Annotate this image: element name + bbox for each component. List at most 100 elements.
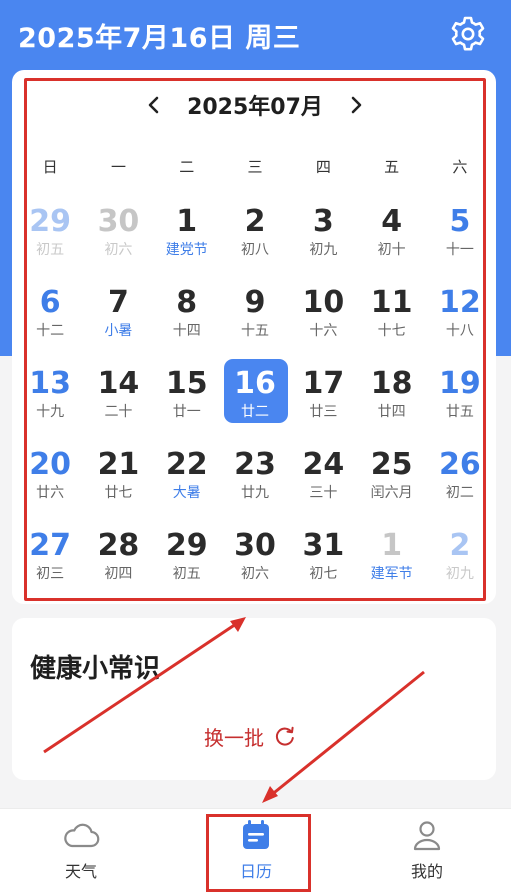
festival-label: 大暑 — [172, 485, 201, 501]
calendar-day[interactable]: 26 初二 — [426, 443, 494, 524]
festival-label: 建党节 — [165, 242, 208, 258]
calendar-day[interactable]: 7 小暑 — [84, 281, 152, 362]
calendar-day[interactable]: 31 初七 — [289, 524, 357, 605]
month-navigator: 2025年07月 — [24, 88, 486, 122]
tab-calendar[interactable]: 日历 — [196, 818, 316, 888]
calendar-icon — [243, 820, 269, 849]
calendar-day-selected[interactable]: 16 廿二 — [221, 359, 289, 443]
calendar-day[interactable]: 4 初十 — [357, 200, 425, 281]
festival-label: 建军节 — [370, 566, 413, 582]
calendar-day[interactable]: 27 初三 — [16, 524, 84, 605]
tab-label: 天气 — [64, 862, 97, 881]
festival-label: 小暑 — [104, 323, 133, 339]
lunar-date: 初六 — [241, 566, 270, 582]
annotation-arrowhead — [262, 786, 278, 803]
health-card — [12, 618, 496, 780]
calendar-day[interactable]: 8 十四 — [153, 281, 221, 362]
day-number: 11 — [370, 285, 413, 320]
calendar-day[interactable]: 2 初九 — [426, 524, 494, 605]
lunar-date: 初二 — [445, 485, 474, 501]
calendar-day[interactable]: 28 初四 — [84, 524, 152, 605]
chevron-left-icon[interactable] — [139, 90, 169, 120]
calendar-day[interactable]: 18 廿四 — [357, 362, 425, 443]
day-number: 8 — [176, 285, 198, 320]
lunar-date: 廿六 — [36, 485, 65, 501]
lunar-date: 廿四 — [377, 404, 406, 420]
tab-label: 我的 — [410, 862, 443, 881]
day-number: 26 — [439, 447, 481, 482]
calendar-day[interactable]: 5 十一 — [426, 200, 494, 281]
calendar-day[interactable]: 22 大暑 — [153, 443, 221, 524]
month-label: 2025年07月 — [187, 95, 323, 120]
day-number: 29 — [29, 204, 72, 239]
day-number: 21 — [97, 447, 140, 482]
calendar-day[interactable]: 23 廿九 — [221, 443, 289, 524]
lunar-date: 初九 — [309, 242, 338, 258]
calendar-day[interactable]: 14 二十 — [84, 362, 152, 443]
calendar-day[interactable]: 6 十二 — [16, 281, 84, 362]
calendar-day[interactable]: 1 建军节 — [357, 524, 425, 605]
lunar-date: 十一 — [445, 242, 474, 258]
user-icon — [413, 821, 441, 851]
lunar-date: 十六 — [309, 323, 338, 339]
lunar-date: 初三 — [36, 566, 65, 582]
day-number: 18 — [370, 366, 413, 401]
day-number: 22 — [165, 447, 208, 482]
tab-profile[interactable]: 我的 — [367, 818, 487, 888]
weekday-header: 日 一 二 三 四 五 六 — [16, 156, 494, 180]
lunar-date: 十八 — [445, 323, 474, 339]
gear-icon[interactable] — [448, 14, 488, 54]
calendar-day[interactable]: 30 初六 — [84, 200, 152, 281]
day-number: 6 — [39, 285, 61, 320]
refresh-button[interactable]: 换一批 — [204, 721, 296, 751]
lunar-date: 初四 — [104, 566, 133, 582]
lunar-date: 廿五 — [445, 404, 474, 420]
day-number: 12 — [439, 285, 481, 320]
calendar-day[interactable]: 12 十八 — [426, 281, 494, 362]
lunar-date: 十七 — [377, 323, 406, 339]
lunar-date: 初九 — [445, 566, 474, 582]
calendar-day[interactable]: 25 闰六月 — [357, 443, 425, 524]
calendar-day[interactable]: 3 初九 — [289, 200, 357, 281]
calendar-day[interactable]: 19 廿五 — [426, 362, 494, 443]
day-number: 23 — [234, 447, 276, 482]
calendar-day[interactable]: 29 初五 — [153, 524, 221, 605]
calendar-day[interactable]: 21 廿七 — [84, 443, 152, 524]
lunar-date: 廿九 — [241, 485, 270, 501]
calendar-day[interactable]: 24 三十 — [289, 443, 357, 524]
day-number: 30 — [234, 528, 276, 563]
calendar-grid: 29 初五 30 初六 1 建党节 2 初八 3 初九 4 初十 5 十一 6 十二 7 小暑 8 十四 9 十五 10 十六… — [16, 200, 494, 605]
calendar-day[interactable]: 13 十九 — [16, 362, 84, 443]
day-number: 24 — [302, 447, 345, 482]
calendar-day[interactable]: 11 十七 — [357, 281, 425, 362]
calendar-day[interactable]: 20 廿六 — [16, 443, 84, 524]
lunar-date: 初七 — [309, 566, 338, 582]
day-number: 7 — [108, 285, 129, 320]
calendar-day[interactable]: 2 初八 — [221, 200, 289, 281]
lunar-date: 三十 — [309, 485, 338, 501]
lunar-date: 闰六月 — [370, 485, 413, 501]
tab-label: 日历 — [239, 862, 272, 881]
calendar-day[interactable]: 17 廿三 — [289, 362, 357, 443]
calendar-day[interactable]: 10 十六 — [289, 281, 357, 362]
chevron-right-icon[interactable] — [341, 90, 371, 120]
calendar-day[interactable]: 30 初六 — [221, 524, 289, 605]
lunar-date: 十五 — [241, 323, 270, 339]
tab-weather[interactable]: 天气 — [21, 818, 141, 888]
lunar-date: 廿二 — [241, 404, 270, 420]
calendar-day[interactable]: 15 廿一 — [153, 362, 221, 443]
calendar-day[interactable]: 1 建党节 — [153, 200, 221, 281]
day-number: 4 — [381, 204, 403, 239]
refresh-icon — [275, 726, 294, 746]
lunar-date: 十四 — [172, 323, 201, 339]
day-number: 1 — [176, 204, 198, 239]
weekday-label: 四 — [315, 158, 331, 176]
lunar-date: 廿一 — [172, 404, 201, 420]
day-number: 1 — [381, 528, 403, 563]
weekday-label: 六 — [452, 158, 468, 176]
day-number: 13 — [29, 366, 72, 401]
day-number: 10 — [302, 285, 345, 320]
day-number: 16 — [234, 366, 276, 401]
calendar-day[interactable]: 29 初五 — [16, 200, 84, 281]
calendar-day[interactable]: 9 十五 — [221, 281, 289, 362]
